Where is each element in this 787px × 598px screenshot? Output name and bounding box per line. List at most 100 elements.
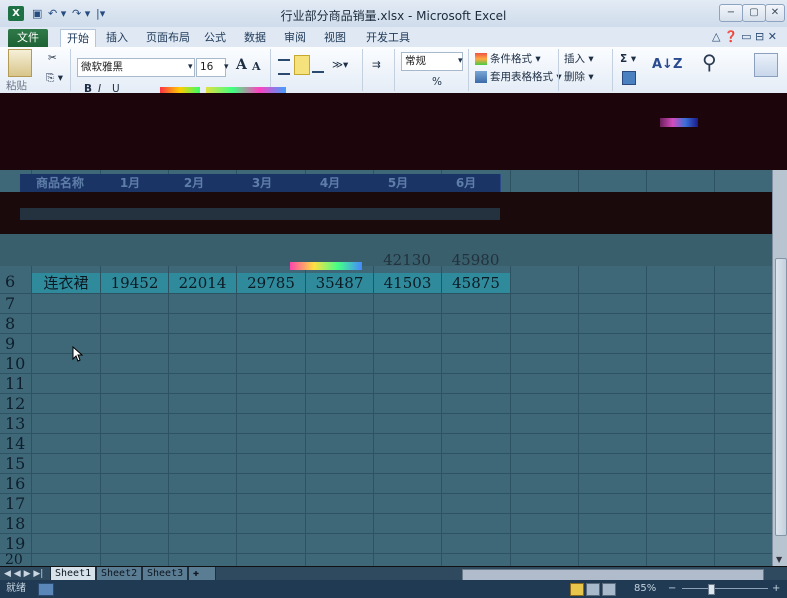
header-cell[interactable]: 商品名称 xyxy=(20,174,101,192)
header-cell[interactable]: 6月 xyxy=(432,174,501,192)
tab-formulas[interactable]: 公式 xyxy=(198,29,232,47)
bold-button[interactable]: B xyxy=(84,80,92,93)
font-name-dropdown-icon[interactable]: ▾ xyxy=(188,58,193,76)
ribbon-separator xyxy=(362,49,363,91)
sheet-nav-arrows[interactable]: ◀ ◀ ▶ ▶| xyxy=(4,567,43,581)
row-header[interactable]: 8 xyxy=(0,314,35,333)
zoom-slider-thumb[interactable] xyxy=(708,584,715,595)
close-button[interactable]: ✕ xyxy=(765,4,785,22)
wrap-text-icon[interactable]: ⇉ xyxy=(372,56,381,74)
row-header[interactable]: 9 xyxy=(0,334,35,353)
conditional-format-button[interactable]: 条件格式 ▾ xyxy=(490,50,541,68)
align-bottom-icon[interactable] xyxy=(312,61,324,73)
ribbon-separator xyxy=(468,49,469,91)
table-cell[interactable]: 42130 xyxy=(373,250,441,270)
font-name-select[interactable]: 微软雅黑 xyxy=(77,58,195,77)
window-title: 行业部分商品销量.xlsx - Microsoft Excel xyxy=(280,9,507,23)
ribbon-separator xyxy=(612,49,613,91)
shrink-font-button[interactable]: A xyxy=(252,58,261,76)
tab-data[interactable]: 数据 xyxy=(238,29,272,47)
styles-icon[interactable] xyxy=(754,53,778,77)
header-cell[interactable]: 4月 xyxy=(296,174,365,192)
ribbon-separator xyxy=(394,49,395,91)
table-cell[interactable]: 45980 xyxy=(441,250,510,270)
italic-button[interactable]: I xyxy=(98,80,101,93)
font-size-select[interactable]: 16 xyxy=(196,58,226,77)
number-format-select[interactable]: 常规 xyxy=(401,52,463,71)
autosum-button[interactable]: Σ ▾ xyxy=(620,50,636,68)
row-header[interactable]: 10 xyxy=(0,354,35,373)
conditional-format-icon[interactable] xyxy=(475,53,487,65)
tab-review[interactable]: 审阅 xyxy=(278,29,312,47)
minimize-button[interactable]: − xyxy=(719,4,743,22)
scrollbar-thumb[interactable] xyxy=(775,258,787,536)
normal-view-icon[interactable] xyxy=(570,583,584,596)
row-header[interactable]: 12 xyxy=(0,394,35,413)
macro-record-icon[interactable] xyxy=(38,583,54,596)
table-cell[interactable]: 22014 xyxy=(169,273,236,293)
title-bar: X ▣ ↶ ▾ ↷ ▾ |▾ 行业部分商品销量.xlsx - Microsoft… xyxy=(0,0,787,28)
table-cell[interactable]: 29785 xyxy=(237,273,305,293)
table-format-icon[interactable] xyxy=(475,71,487,83)
restore-button[interactable]: ▢ xyxy=(742,4,766,22)
grid-line xyxy=(0,473,772,474)
header-cell[interactable]: 1月 xyxy=(100,174,161,192)
page-layout-view-icon[interactable] xyxy=(586,583,600,596)
zoom-out-button[interactable]: − xyxy=(668,580,676,598)
percent-button[interactable]: % xyxy=(432,73,442,91)
row-header[interactable]: 19 xyxy=(0,534,35,553)
table-cell[interactable]: 35487 xyxy=(306,273,373,293)
orientation-icon[interactable]: ≫▾ xyxy=(332,56,348,74)
row-header[interactable]: 15 xyxy=(0,454,35,473)
find-select-icon[interactable]: ⚲ xyxy=(702,52,717,72)
paste-label[interactable]: 粘贴 xyxy=(6,77,27,93)
vertical-scrollbar[interactable]: ▼ xyxy=(772,170,787,566)
corrupted-strip xyxy=(290,262,362,270)
tab-page-layout[interactable]: 页面布局 xyxy=(140,29,196,47)
font-size-dropdown-icon[interactable]: ▾ xyxy=(224,58,229,76)
obscured-region xyxy=(0,93,787,170)
row-header[interactable]: 16 xyxy=(0,474,35,493)
row-header[interactable]: 17 xyxy=(0,494,35,513)
table-cell[interactable]: 41503 xyxy=(374,273,441,293)
tab-file[interactable]: 文件 xyxy=(8,29,48,47)
copy-icon[interactable]: ⎘ ▾ xyxy=(46,69,63,87)
header-cell[interactable]: 2月 xyxy=(160,174,229,192)
row-header[interactable]: 18 xyxy=(0,514,35,533)
tab-insert[interactable]: 插入 xyxy=(100,29,134,47)
tab-developer[interactable]: 开发工具 xyxy=(360,29,416,47)
row-header-6[interactable]: 6 xyxy=(0,272,35,291)
header-cell[interactable]: 5月 xyxy=(364,174,433,192)
grow-font-button[interactable]: A xyxy=(236,56,247,74)
delete-cells-button[interactable]: 删除 ▾ xyxy=(564,68,594,86)
tab-view[interactable]: 视图 xyxy=(318,29,352,47)
row-header[interactable]: 20 xyxy=(0,552,35,566)
number-format-dropdown-icon[interactable]: ▾ xyxy=(458,52,463,70)
worksheet-grid[interactable]: 商品名称 1月 2月 3月 4月 5月 6月 42130 45980 6 连衣裙… xyxy=(0,170,772,566)
scroll-down-icon[interactable]: ▼ xyxy=(776,555,782,564)
table-cell[interactable]: 19452 xyxy=(101,273,168,293)
table-cell[interactable]: 45875 xyxy=(442,273,510,293)
row-header[interactable]: 13 xyxy=(0,414,35,433)
table-cell[interactable]: 连衣裙 xyxy=(32,273,100,293)
grid-line xyxy=(0,293,772,294)
underline-button[interactable]: U xyxy=(112,80,120,93)
cut-icon[interactable]: ✂ xyxy=(48,49,57,67)
tab-home[interactable]: 开始 xyxy=(60,29,96,48)
fill-icon[interactable] xyxy=(622,71,636,85)
page-break-view-icon[interactable] xyxy=(602,583,616,596)
paste-icon[interactable] xyxy=(8,49,32,77)
zoom-in-button[interactable]: + xyxy=(772,580,780,598)
row-header[interactable]: 11 xyxy=(0,374,35,393)
align-middle-icon[interactable] xyxy=(294,55,310,75)
zoom-level[interactable]: 85% xyxy=(634,580,656,598)
row-header[interactable]: 7 xyxy=(0,294,35,313)
align-top-icon[interactable] xyxy=(278,59,290,75)
header-cell[interactable]: 3月 xyxy=(228,174,297,192)
row-header[interactable]: 14 xyxy=(0,434,35,453)
help-icons[interactable]: △ ❓ ▭ ⊟ ✕ xyxy=(712,30,777,43)
table-format-button[interactable]: 套用表格格式 ▾ xyxy=(490,68,562,86)
insert-cells-button[interactable]: 插入 ▾ xyxy=(564,50,594,68)
sort-filter-icon[interactable]: A↓Z xyxy=(652,56,682,74)
zoom-slider-track[interactable] xyxy=(682,588,768,589)
